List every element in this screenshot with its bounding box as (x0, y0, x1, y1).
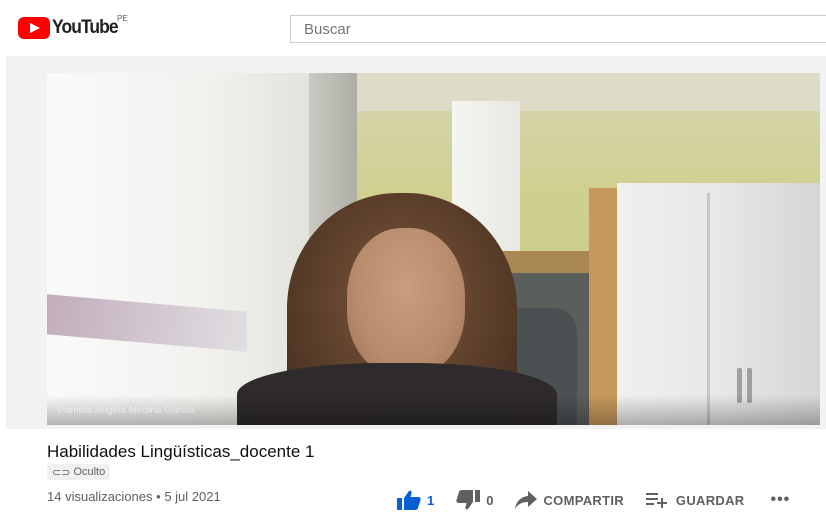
youtube-logo[interactable]: YouTube (18, 16, 123, 40)
share-label: COMPARTIR (543, 492, 624, 508)
video-scene-ceiling (357, 73, 820, 111)
dislike-button[interactable]: 0 (456, 490, 493, 510)
visibility-badge: ⊂⊃ Oculto (47, 464, 111, 480)
save-label: GUARDAR (675, 492, 745, 508)
video-scene-wardrobe (617, 183, 820, 425)
thumbs-up-icon (397, 490, 421, 510)
meta-separator: • (156, 489, 161, 504)
thumbs-down-icon (456, 490, 481, 510)
action-bar: 1 0 COMPARTIR GUARDAR ••• (397, 489, 790, 511)
participant-name-overlay: Pamela Ángela Medina García (58, 405, 195, 416)
video-scene-person-face (347, 228, 465, 376)
share-arrow-icon (515, 491, 538, 509)
video-scene-wardrobe-split (707, 193, 710, 425)
dislike-count: 0 (486, 492, 494, 508)
view-count: 14 visualizaciones (47, 489, 153, 504)
search-box (290, 15, 826, 43)
logo-text: YouTube (52, 17, 119, 38)
region-code: PE (117, 14, 128, 23)
search-input[interactable] (291, 16, 826, 42)
playlist-add-icon (645, 493, 667, 508)
masthead: YouTube PE (0, 0, 826, 56)
upload-date: 5 jul 2021 (164, 489, 221, 504)
save-button[interactable]: GUARDAR (645, 492, 745, 508)
more-actions-button[interactable]: ••• (770, 491, 790, 509)
video-title: Habilidades Lingüísticas_docente 1 (47, 442, 315, 461)
visibility-badge-label: Oculto (73, 466, 106, 478)
more-horizontal-icon: ••• (770, 491, 791, 508)
youtube-play-icon (18, 17, 50, 39)
like-button[interactable]: 1 (397, 490, 434, 510)
video-meta: 14 visualizaciones • 5 jul 2021 (47, 489, 221, 504)
video-player[interactable]: Pamela Ángela Medina García (47, 73, 820, 425)
like-count: 1 (427, 492, 435, 508)
link-icon: ⊂⊃ (52, 466, 71, 479)
share-button[interactable]: COMPARTIR (515, 491, 624, 509)
